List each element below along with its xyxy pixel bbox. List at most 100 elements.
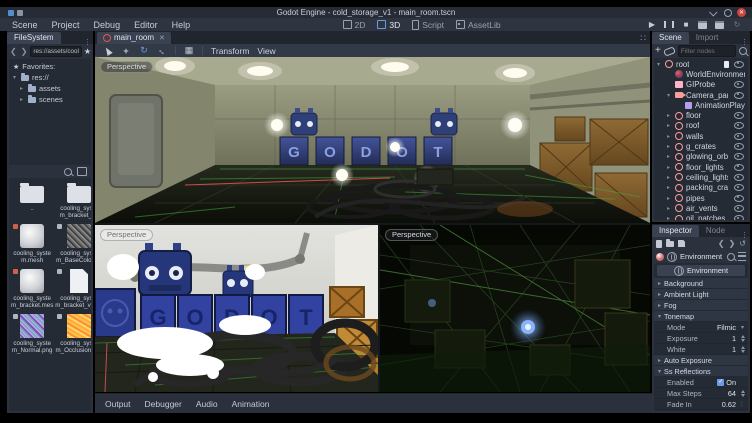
tree-arrow-icon[interactable]: ▸ (667, 143, 672, 150)
visibility-icon[interactable] (734, 92, 744, 99)
collapse-arrow-icon[interactable]: ▾ (13, 74, 18, 81)
spin-arrows-icon[interactable] (738, 346, 747, 353)
visibility-icon[interactable] (734, 184, 744, 191)
list-mode-icon[interactable] (77, 167, 87, 176)
visibility-icon[interactable] (734, 143, 744, 150)
scene-node-pipes[interactable]: ▸pipes (654, 193, 748, 203)
file-item[interactable]: .. (11, 182, 53, 219)
inspector-section-ambient-light[interactable]: ▸Ambient Light (654, 289, 748, 300)
perspective-menu[interactable]: Perspective (100, 61, 153, 73)
bottom-tab-debugger[interactable]: Debugger (145, 399, 182, 409)
move-tool-icon[interactable]: + (121, 45, 131, 56)
favorites-row[interactable]: ★ Favorites: (9, 61, 91, 72)
viewport-bottom-right[interactable]: Perspective (380, 225, 650, 392)
view-menu[interactable]: View (257, 46, 275, 56)
minimize-icon[interactable] (709, 8, 718, 17)
scene-node-animationplayer[interactable]: AnimationPlayer (654, 100, 748, 110)
tree-arrow-icon[interactable]: ▸ (667, 195, 672, 202)
inspector-section-auto-exposure[interactable]: ▸Auto Exposure (654, 355, 748, 366)
tree-arrow-icon[interactable]: ▸ (667, 133, 672, 140)
update-spinner-button[interactable]: ↻ (732, 20, 742, 30)
file-item[interactable]: cooling_syste m_BaseColor.pn (55, 224, 91, 264)
scene-node-floor_lights[interactable]: ▸floor_lights (654, 162, 748, 172)
scene-node-giprobe[interactable]: GIProbe (654, 80, 748, 90)
search-icon[interactable] (64, 168, 72, 176)
tree-arrow-icon[interactable]: ▸ (667, 174, 672, 181)
visibility-icon[interactable] (734, 164, 744, 171)
scene-node-g_crates[interactable]: ▸g_crates (654, 141, 748, 151)
tree-item-scenes[interactable]: ▸ scenes (9, 94, 91, 105)
tree-item-assets[interactable]: ▸ assets (9, 83, 91, 94)
scene-node-ceiling_lights[interactable]: ▸ceiling_lights (654, 172, 748, 182)
workspace-3d[interactable]: 3D (373, 20, 404, 30)
tree-arrow-icon[interactable]: ▸ (667, 205, 672, 212)
scene-node-roof[interactable]: ▸roof (654, 121, 748, 131)
close-icon[interactable]: ✕ (737, 8, 746, 17)
file-item[interactable]: cooling_syste m.mesh (11, 224, 53, 264)
tree-arrow-icon[interactable]: ▸ (667, 153, 672, 160)
panel-menu-icon[interactable]: … (744, 38, 748, 46)
rotate-tool-icon[interactable]: ↻ (139, 45, 149, 56)
scene-node-oil_patches[interactable]: ▸oil_patches (654, 213, 748, 220)
bottom-tab-audio[interactable]: Audio (196, 399, 218, 409)
workspace-2d[interactable]: 2D (339, 20, 370, 30)
close-tab-icon[interactable]: ✕ (159, 34, 165, 42)
resource-header-button[interactable]: Environment (657, 265, 745, 276)
inspector-section-ss-reflections[interactable]: ▾Ss Reflections (654, 366, 748, 377)
path-field[interactable] (30, 46, 81, 57)
visibility-icon[interactable] (734, 205, 744, 212)
spin-arrows-icon[interactable] (738, 335, 747, 342)
visibility-icon[interactable] (734, 215, 744, 220)
bottom-tab-output[interactable]: Output (105, 399, 131, 409)
tab-node[interactable]: Node (699, 225, 732, 237)
bottom-tab-animation[interactable]: Animation (232, 399, 270, 409)
stop-button[interactable]: ■ (681, 20, 691, 30)
scene-node-packing_crates_and_[interactable]: ▸packing_crates_and_ (654, 183, 748, 193)
inspector-section-background[interactable]: ▸Background (654, 278, 748, 289)
history-icon[interactable]: ↺ (739, 239, 746, 248)
tab-inspector[interactable]: Inspector (652, 225, 699, 237)
menu-item-debug[interactable]: Debug (88, 20, 127, 30)
object-tools-icon[interactable] (738, 252, 746, 261)
visibility-icon[interactable] (734, 81, 744, 88)
maximize-icon[interactable] (723, 8, 732, 17)
viewport-bottom-left[interactable]: GODOT (95, 225, 378, 392)
expand-arrow-icon[interactable]: ▸ (20, 96, 25, 103)
scene-node-air_vents[interactable]: ▸air_vents (654, 203, 748, 213)
scene-node-floor[interactable]: ▸floor (654, 110, 748, 120)
nav-back-icon[interactable]: ❮ (9, 47, 18, 56)
filter-nodes-input[interactable] (678, 45, 736, 57)
script-icon[interactable] (724, 61, 729, 68)
select-tool-icon[interactable] (103, 45, 113, 56)
new-resource-icon[interactable] (656, 240, 662, 248)
menu-item-project[interactable]: Project (46, 20, 86, 30)
scene-tab-main-room[interactable]: main_room ✕ (97, 32, 171, 44)
visibility-icon[interactable] (734, 112, 744, 119)
favorite-star-icon[interactable]: ★ (84, 47, 91, 56)
play-custom-scene-button[interactable] (715, 20, 725, 30)
spin-arrows-icon[interactable] (738, 390, 747, 397)
dropdown-arrow-icon[interactable]: ▾ (738, 324, 747, 331)
menu-item-help[interactable]: Help (166, 20, 197, 30)
scene-node-glowing_orbs[interactable]: ▸glowing_orbs (654, 152, 748, 162)
transform-menu[interactable]: Transform (211, 46, 249, 56)
tree-arrow-icon[interactable]: ▸ (667, 164, 672, 171)
list-select-tool-icon[interactable]: ▦ (184, 45, 194, 56)
visibility-icon[interactable] (734, 133, 744, 140)
expand-arrow-icon[interactable]: ▸ (20, 85, 25, 92)
viewport-main[interactable]: GODOT (95, 57, 650, 223)
slider-dots-icon[interactable]: … (741, 400, 745, 409)
tree-arrow-icon[interactable]: ▸ (667, 112, 672, 119)
pause-button[interactable] (664, 20, 674, 30)
inspector-section-fog[interactable]: ▸Fog (654, 300, 748, 311)
play-scene-button[interactable] (698, 20, 708, 30)
scene-node-worldenvironment[interactable]: WorldEnvironment (654, 69, 748, 79)
history-back-icon[interactable]: ❮ (718, 239, 725, 248)
search-properties-icon[interactable] (727, 253, 735, 261)
menu-item-scene[interactable]: Scene (6, 20, 44, 30)
panel-menu-icon[interactable]: … (87, 38, 91, 46)
distraction-free-icon[interactable]: ∷ (640, 33, 645, 44)
save-resource-icon[interactable] (678, 240, 685, 247)
tree-item-res-root[interactable]: ▾ res:// (9, 72, 91, 83)
tab-scene[interactable]: Scene (652, 32, 689, 44)
